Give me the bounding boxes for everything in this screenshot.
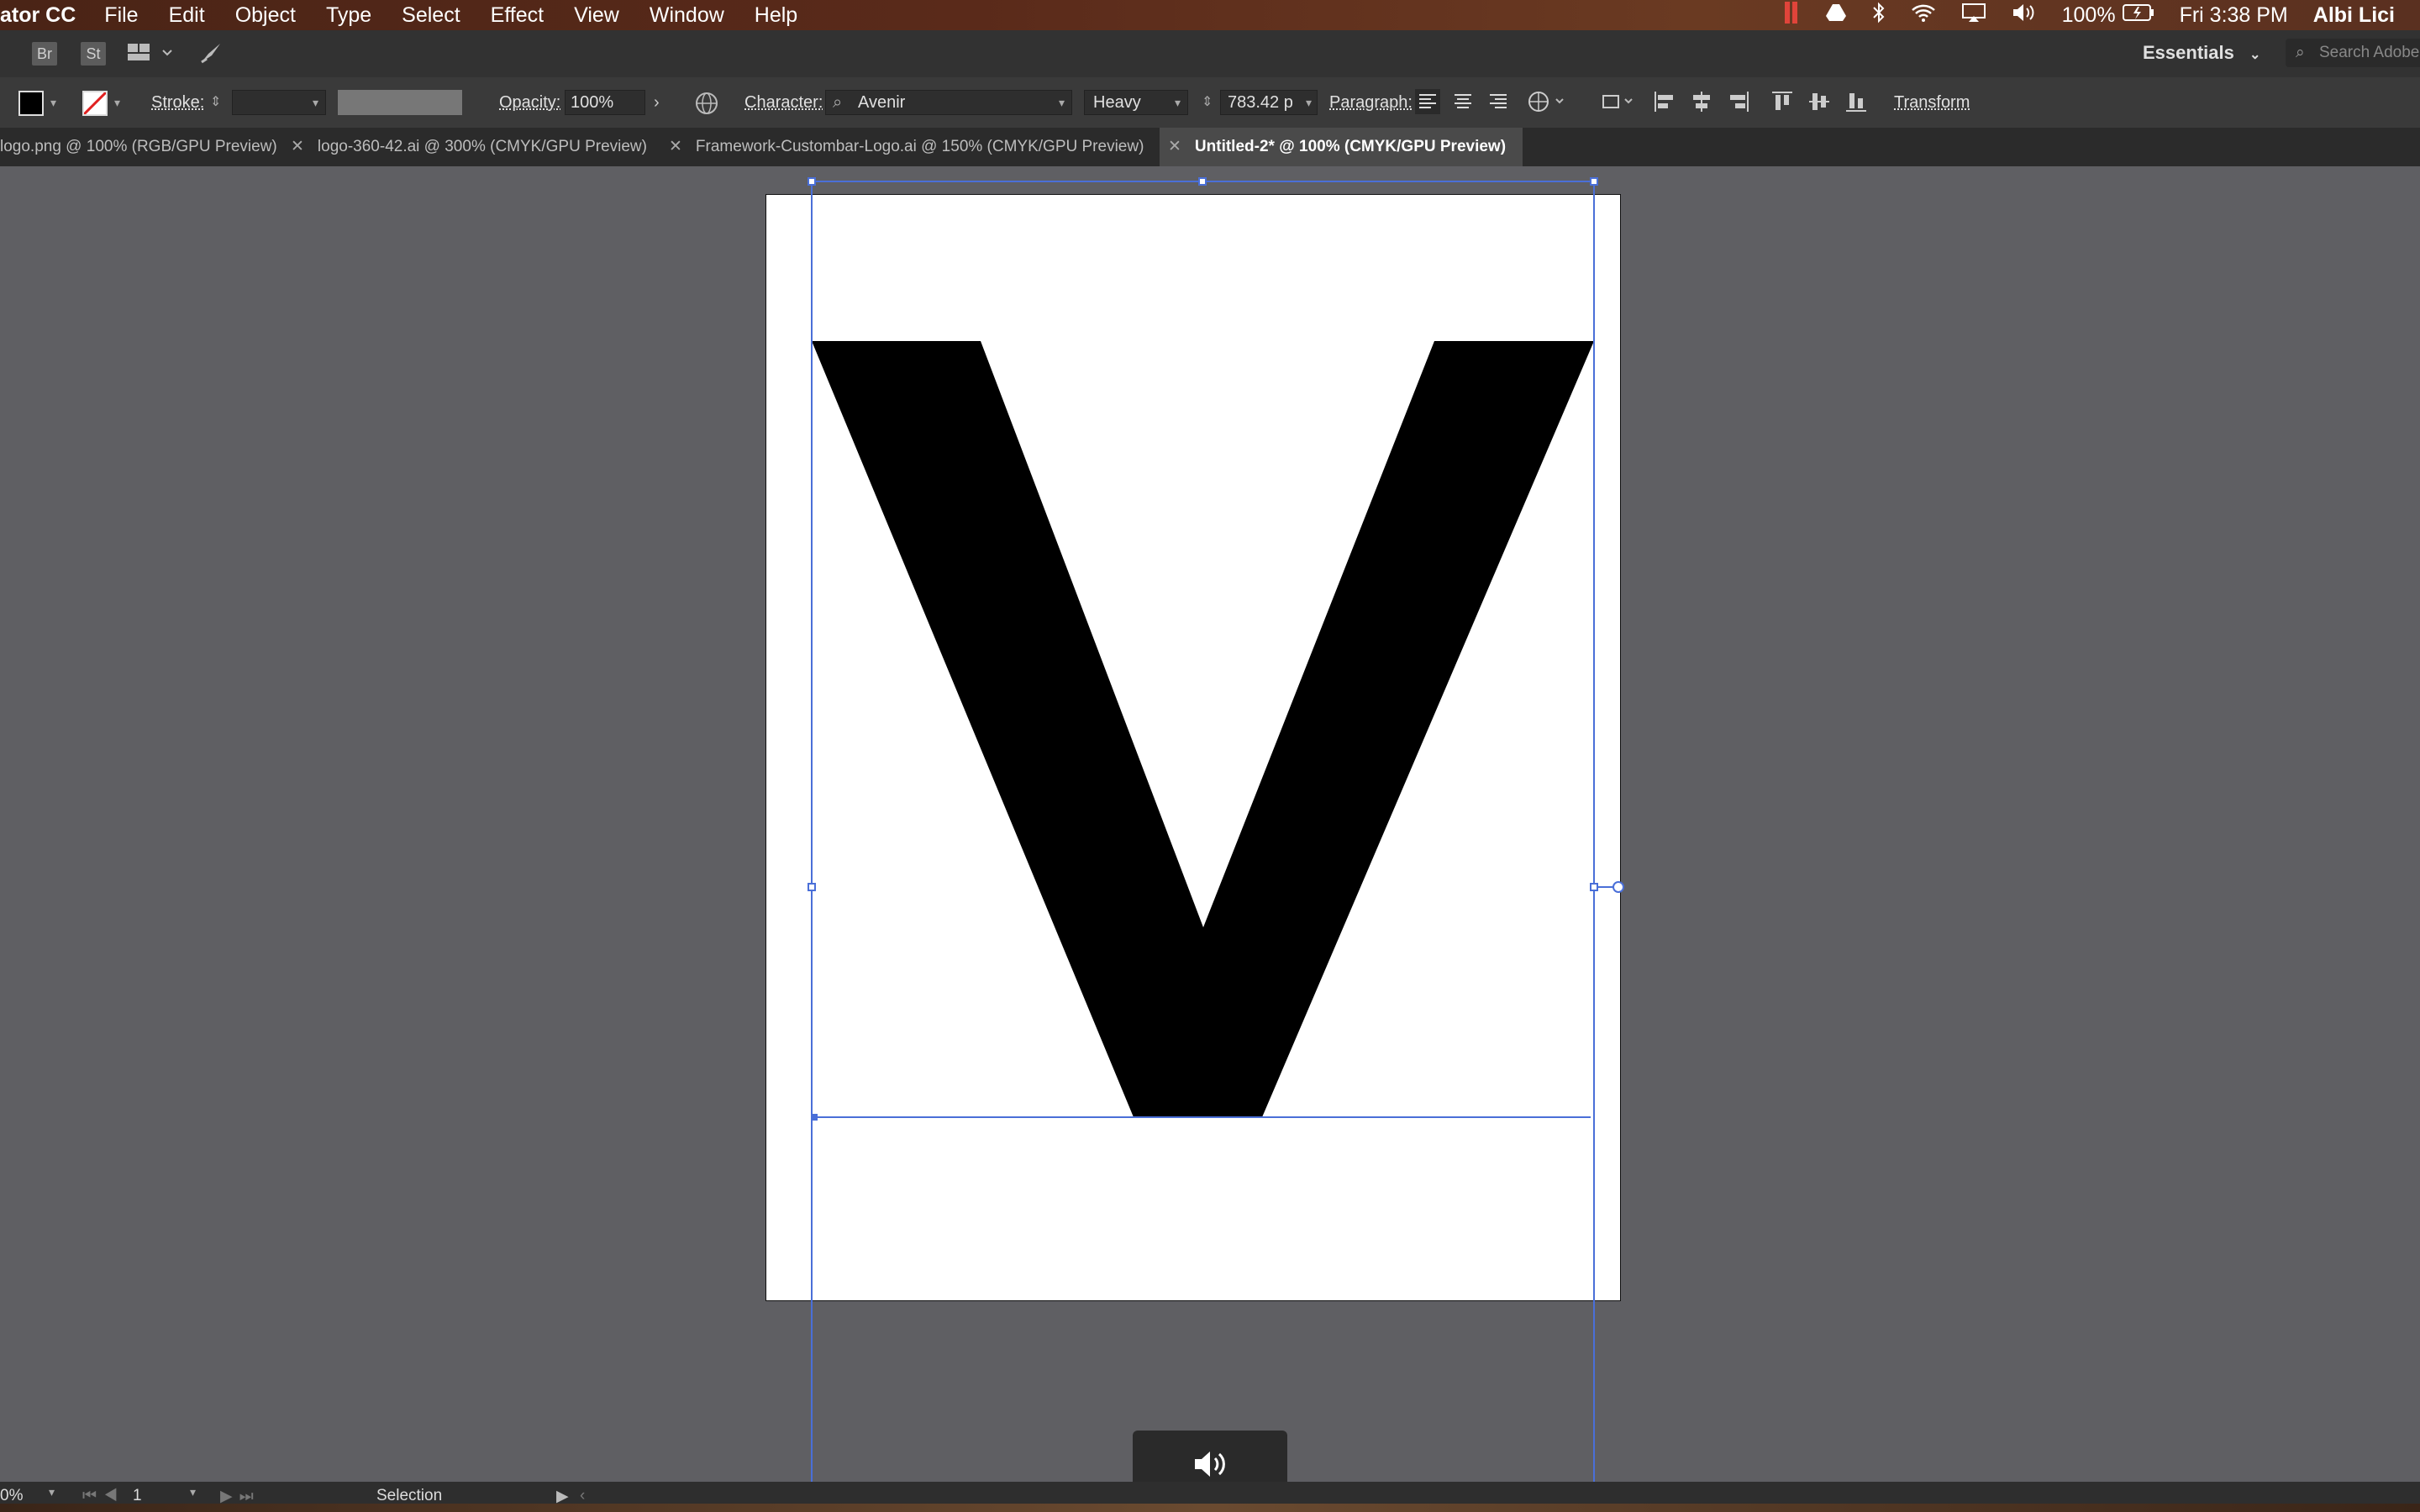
brush-icon[interactable] [198, 40, 225, 70]
menu-file[interactable]: File [104, 3, 138, 28]
font-style-value: Heavy [1093, 93, 1141, 112]
align-center-button[interactable] [1450, 89, 1476, 119]
artboard-nav-prev[interactable]: ⏮◀ [82, 1487, 124, 1505]
tab-logo-360-42[interactable]: ✕ logo-360-42.ai @ 300% (CMYK/GPU Preview… [291, 128, 659, 166]
chevron-down-icon: ▾ [1305, 96, 1312, 109]
stroke-swatch[interactable] [82, 91, 108, 116]
layout-icon[interactable] [126, 40, 176, 70]
bluetooth-icon[interactable] [1872, 2, 1886, 29]
vertical-align-top-icon[interactable] [1770, 89, 1795, 119]
chevron-down-icon: ⌄ [2249, 48, 2261, 62]
workspace-label: Essentials [2143, 42, 2234, 63]
paragraph-label[interactable]: Paragraph: [1329, 77, 1413, 128]
search-placeholder: Search Adobe [2319, 44, 2420, 61]
user-name[interactable]: Albi Lici [2313, 3, 2395, 28]
tab-logo-png[interactable]: logo.png @ 100% (RGB/GPU Preview) [0, 128, 292, 166]
recolor-artwork-icon[interactable] [1526, 89, 1568, 119]
battery-percent: 100% [2061, 3, 2116, 27]
chevron-left-icon[interactable]: ‹ [580, 1487, 585, 1505]
globe-icon[interactable] [694, 91, 719, 121]
chevron-down-icon: ▾ [1174, 96, 1181, 109]
fill-swatch[interactable] [18, 91, 44, 116]
align-right-button[interactable] [1486, 89, 1511, 119]
stroke-label[interactable]: Stroke: [151, 77, 204, 128]
workspace-switcher[interactable]: Essentials ⌄ [2143, 42, 2260, 64]
search-adobe-stock-input[interactable]: ⌕ Search Adobe [2286, 39, 2420, 67]
menu-help[interactable]: Help [755, 3, 797, 28]
align-left-button[interactable] [1415, 89, 1440, 114]
zoom-level[interactable]: 0% [0, 1487, 23, 1505]
horizontal-align-right-icon[interactable] [1726, 89, 1751, 119]
airplay-icon[interactable] [1961, 3, 1986, 29]
chevron-down-icon[interactable]: ▾ [50, 77, 56, 128]
variable-width-profile[interactable] [338, 90, 462, 115]
chevron-down-icon[interactable]: ▾ [190, 1485, 196, 1499]
menu-object[interactable]: Object [235, 3, 296, 28]
tab-framework-custombar-logo[interactable]: ✕ Framework-Custombar-Logo.ai @ 150% (CMY… [669, 128, 1155, 166]
application-bar: Br St Essentials ⌄ ⌕ Search Adobe [0, 30, 2420, 78]
font-size-stepper[interactable]: ⇕ [1202, 77, 1213, 128]
tab-label: Framework-Custombar-Logo.ai @ 150% (CMYK… [695, 138, 1144, 155]
opacity-label[interactable]: Opacity: [499, 77, 560, 128]
dock-edge [0, 1504, 2420, 1512]
menu-effect[interactable]: Effect [491, 3, 544, 28]
tab-untitled-2[interactable]: ✕ Untitled-2* @ 100% (CMYK/GPU Preview) [1160, 128, 1523, 166]
horizontal-align-left-icon[interactable] [1652, 89, 1677, 119]
tab-label: Untitled-2* @ 100% (CMYK/GPU Preview) [1194, 138, 1507, 155]
chevron-down-icon: ▾ [312, 96, 318, 109]
horizontal-align-center-icon[interactable] [1689, 89, 1714, 119]
status-menus: 100% Fri 3:38 PM Albi Lici [1784, 0, 2420, 30]
chevron-down-icon[interactable]: ▾ [114, 77, 120, 128]
control-bar: ▾ ▾ Stroke: ⇕ ▾ Opacity: 100% › Characte… [0, 77, 2420, 129]
font-family-value: Avenir [858, 93, 906, 112]
bridge-button[interactable]: Br [32, 42, 57, 66]
vertical-align-center-icon[interactable] [1807, 89, 1832, 119]
clock[interactable]: Fri 3:38 PM [2180, 3, 2288, 28]
artboard-number[interactable]: 1 [133, 1487, 142, 1505]
close-icon[interactable]: ✕ [1168, 138, 1181, 155]
stroke-weight-stepper[interactable]: ⇕ [210, 77, 221, 128]
vertical-align-bottom-icon[interactable] [1844, 89, 1869, 119]
chevron-right-icon[interactable]: › [654, 77, 660, 128]
transform-button[interactable]: Transform [1894, 77, 1970, 128]
drive-icon[interactable] [1825, 3, 1847, 29]
volume-icon[interactable] [2012, 3, 2037, 29]
menu-select[interactable]: Select [402, 3, 460, 28]
tab-label: logo-360-42.ai @ 300% (CMYK/GPU Preview) [317, 138, 647, 155]
search-icon: ⌕ [2296, 44, 2305, 61]
chevron-down-icon[interactable]: ▾ [49, 1485, 55, 1499]
close-icon[interactable]: ✕ [669, 138, 682, 155]
app-name-menu[interactable]: ator CC [0, 3, 76, 28]
menu-view[interactable]: View [574, 3, 619, 28]
font-size-value: 783.42 p [1228, 93, 1293, 112]
opacity-field[interactable]: 100% [565, 90, 645, 115]
menu-type[interactable]: Type [326, 3, 371, 28]
tab-label: logo.png @ 100% (RGB/GPU Preview) [0, 138, 277, 155]
recording-icon[interactable] [1784, 1, 1800, 29]
artboard[interactable] [765, 194, 1621, 1301]
font-style-field[interactable]: Heavy ▾ [1084, 90, 1188, 115]
font-size-field[interactable]: 783.42 p ▾ [1220, 90, 1318, 115]
close-icon[interactable]: ✕ [291, 138, 304, 155]
menu-edit[interactable]: Edit [169, 3, 205, 28]
font-family-field[interactable]: ⌕ Avenir ▾ [825, 90, 1072, 115]
character-label[interactable]: Character: [744, 77, 823, 128]
search-icon: ⌕ [833, 93, 843, 112]
opacity-value: 100% [571, 93, 614, 112]
wifi-icon[interactable] [1911, 3, 1936, 29]
stock-button[interactable]: St [81, 42, 106, 66]
menu-window[interactable]: Window [650, 3, 724, 28]
align-to-icon[interactable] [1600, 89, 1637, 119]
current-tool[interactable]: Selection [376, 1487, 442, 1505]
menu-bar: ator CC File Edit Object Type Select Eff… [0, 0, 2420, 30]
battery-icon[interactable] [2122, 3, 2154, 28]
stroke-weight-field[interactable]: ▾ [232, 90, 326, 115]
chevron-down-icon: ▾ [1058, 96, 1065, 109]
document-tabs: logo.png @ 100% (RGB/GPU Preview) ✕ logo-… [0, 128, 2420, 166]
speaker-icon [1195, 1452, 1225, 1477]
